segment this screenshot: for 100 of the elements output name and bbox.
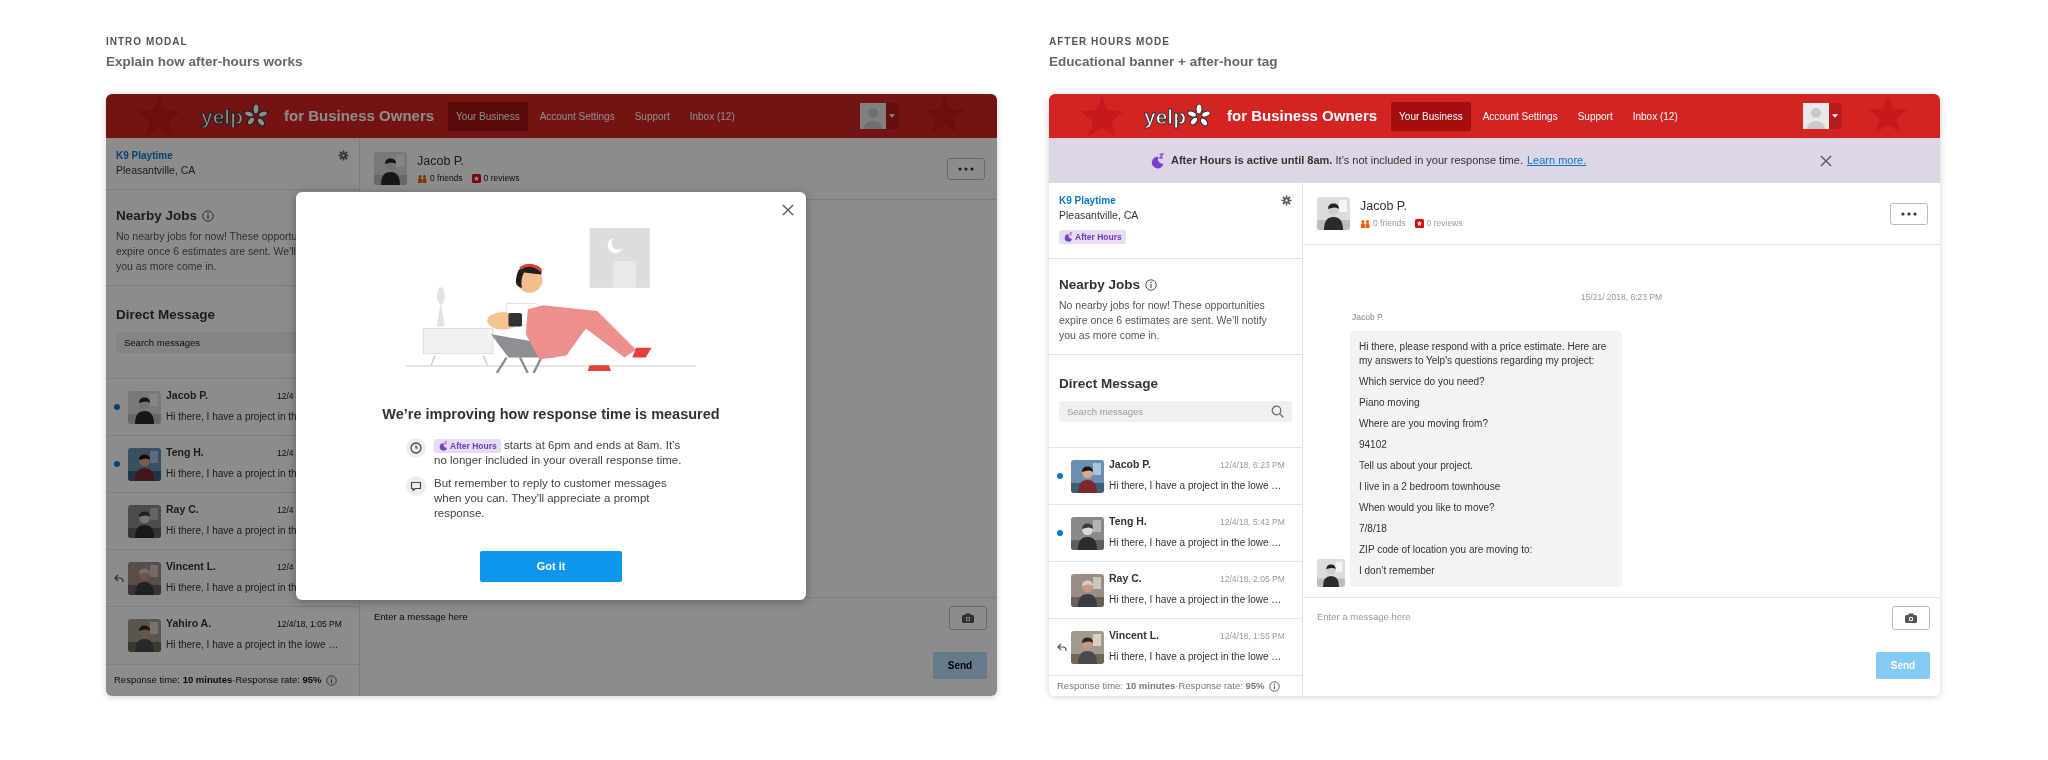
message-text: Hi there, please respond with a price estimate. Here are my answers to Yelp's questions regarding my project: — [1359, 339, 1608, 368]
tag-label: After Hours — [1075, 231, 1122, 244]
nav-link[interactable]: Inbox (12) — [681, 101, 743, 131]
speech-bubble-icon — [406, 475, 426, 496]
message-time: 12/4/18, 5:42 PM — [1220, 515, 1286, 529]
burst-icon — [1187, 104, 1212, 128]
info-icon[interactable] — [325, 675, 337, 686]
info-icon[interactable] — [202, 210, 215, 222]
message-time: 12/4/18, 6:23 PM — [1220, 458, 1286, 472]
nav-link[interactable]: Inbox (12) — [1624, 101, 1686, 131]
search-field[interactable]: Search messages — [1059, 401, 1292, 422]
close-button[interactable] — [782, 204, 794, 216]
message-text: Where are you moving from? — [1359, 416, 1489, 431]
nav-link[interactable]: Account Settings — [1474, 101, 1566, 131]
contact-name: Jacob P. — [1360, 197, 1409, 214]
reviews-count: 0 reviews — [1426, 216, 1463, 230]
account-menu-button[interactable] — [860, 103, 899, 129]
clock-icon — [406, 437, 426, 458]
nav-link[interactable]: Support — [1569, 101, 1621, 131]
section-heading: Explain how after-hours works — [106, 54, 304, 70]
star-drawing — [923, 94, 967, 134]
camera-button[interactable] — [1892, 606, 1930, 630]
section-title: Nearby Jobs — [116, 207, 198, 225]
star-drawing — [1866, 94, 1910, 134]
message-preview: Hi there, I have a project in the lowe … — [1109, 478, 1282, 493]
banner-text: After Hours is active until 8am. It’s not included in your response time. — [1171, 153, 1523, 169]
message-time: 12/4/18, 1:55 PM — [1220, 629, 1286, 643]
message-time: 12/4 — [277, 503, 295, 517]
message-text: 7/8/18 — [1359, 521, 1388, 536]
camera-button[interactable] — [949, 606, 987, 630]
message-preview: Hi there, I have a project in th — [166, 523, 297, 538]
caret-icon — [889, 114, 895, 118]
message-input[interactable]: Enter a message here — [374, 606, 949, 629]
got-it-button[interactable]: Got it — [480, 550, 622, 582]
message-time: 12/4 — [277, 389, 295, 403]
info-icon[interactable] — [1268, 680, 1280, 692]
message-time: 12/4/18, 1:05 PM — [277, 617, 343, 631]
conversation-item[interactable]: Jacob P. 12/4/18, 6:23 PM Hi there, I have a project in the lowe … — [1049, 447, 1302, 504]
contact-name: Vincent L. — [166, 558, 217, 574]
section-heading: Educational banner + after-hour tag — [1049, 54, 1279, 70]
burst-icon — [244, 104, 269, 128]
nav-link[interactable]: Support — [626, 101, 678, 131]
message-text: Which service do you need? — [1359, 374, 1486, 389]
message-text: Piano moving — [1359, 395, 1421, 410]
avatar-icon — [860, 103, 886, 129]
nav-link[interactable]: Account Settings — [531, 101, 623, 131]
logo[interactable]: yelp — [1144, 104, 1212, 128]
nav-link[interactable]: Your Business — [1391, 101, 1471, 131]
friends-icon — [417, 173, 427, 183]
message-text: I don’t remember — [1359, 563, 1436, 578]
learn-more-link[interactable]: Learn more. — [1526, 152, 1587, 169]
conversation-item[interactable]: Teng H. 12/4/18, 5:42 PM Hi there, I have a project in the lowe … — [1049, 504, 1302, 561]
section-label: AFTER HOURS MODE — [1049, 36, 1171, 48]
message-time: 12/4 — [277, 560, 295, 574]
avatar-icon — [1803, 103, 1829, 129]
message-time: 12/4 — [277, 446, 295, 460]
brand-title: for Business Owners — [284, 105, 435, 126]
business-location: Pleasantville, CA — [1059, 208, 1140, 223]
contact-name: Teng H. — [1109, 513, 1148, 529]
business-name[interactable]: K9 Playtime — [116, 149, 349, 163]
message-text: 94102 — [1359, 437, 1388, 452]
section-label: INTRO MODAL — [106, 36, 189, 48]
conversation-item[interactable]: Yahiro A. 12/4/18, 1:05 PM Hi there, I have a project in the lowe … — [106, 606, 359, 663]
nav-link[interactable]: Your Business — [448, 101, 528, 131]
search-icon — [1271, 405, 1284, 418]
modal-title: We’re improving how response time is measured — [382, 405, 720, 424]
message-preview: Hi there, I have a project in the lowe … — [1109, 649, 1282, 664]
message-text: ZIP code of location you are moving to: — [1359, 542, 1534, 557]
conversation-item[interactable]: Vincent L. 12/4/18, 1:55 PM Hi there, I have a project in the lowe … — [1049, 618, 1302, 675]
moon-icon — [438, 440, 448, 451]
conversation-item[interactable]: Ray C. 12/4/18, 2:05 PM Hi there, I have a project in the lowe … — [1049, 561, 1302, 618]
message-date: 15/21/ 2018, 6:23 PM — [1579, 291, 1664, 304]
more-icon — [1901, 211, 1917, 216]
business-location: Pleasantville, CA — [116, 163, 197, 178]
message-preview: Hi there, I have a project in the lowe … — [1109, 535, 1282, 550]
message-preview: Hi there, I have a project in th — [166, 466, 297, 481]
modal-text: But remember to reply to customer messages when you can. They'll appreciate a prompt response. — [434, 475, 668, 521]
account-menu-button[interactable] — [1803, 103, 1842, 129]
sender-name: Jacob P. — [1352, 310, 1385, 324]
settings-icon[interactable] — [1281, 195, 1292, 206]
info-icon[interactable] — [1145, 279, 1158, 291]
more-icon — [958, 166, 974, 171]
contact-name: Ray C. — [1109, 570, 1143, 586]
message-text: I live in a 2 bedroom townhouse — [1359, 479, 1502, 494]
message-input[interactable]: Enter a message here — [1317, 606, 1892, 629]
close-button[interactable] — [1820, 154, 1832, 167]
camera-icon — [961, 612, 975, 624]
info-text: No nearby jobs for now! These opportunities expire once 6 estimates are sent. We'll notify you as more come in. — [1059, 298, 1268, 343]
contact-name: Teng H. — [166, 444, 205, 460]
response-stats: Response time: 10 minutes·Response rate: 95% — [114, 673, 322, 688]
friends-count: 0 friends — [430, 171, 463, 185]
business-name[interactable]: K9 Playtime — [1059, 194, 1292, 208]
message-preview: Hi there, I have a project in th — [166, 409, 297, 424]
settings-icon[interactable] — [338, 150, 349, 161]
friends-count: 0 friends — [1373, 216, 1406, 230]
more-button[interactable] — [1890, 202, 1928, 225]
message-text: When would you like to move? — [1359, 500, 1496, 515]
logo-text: yelp — [1144, 105, 1187, 127]
contact-name: Vincent L. — [1109, 627, 1160, 643]
section-title: Direct Message — [1059, 375, 1160, 393]
